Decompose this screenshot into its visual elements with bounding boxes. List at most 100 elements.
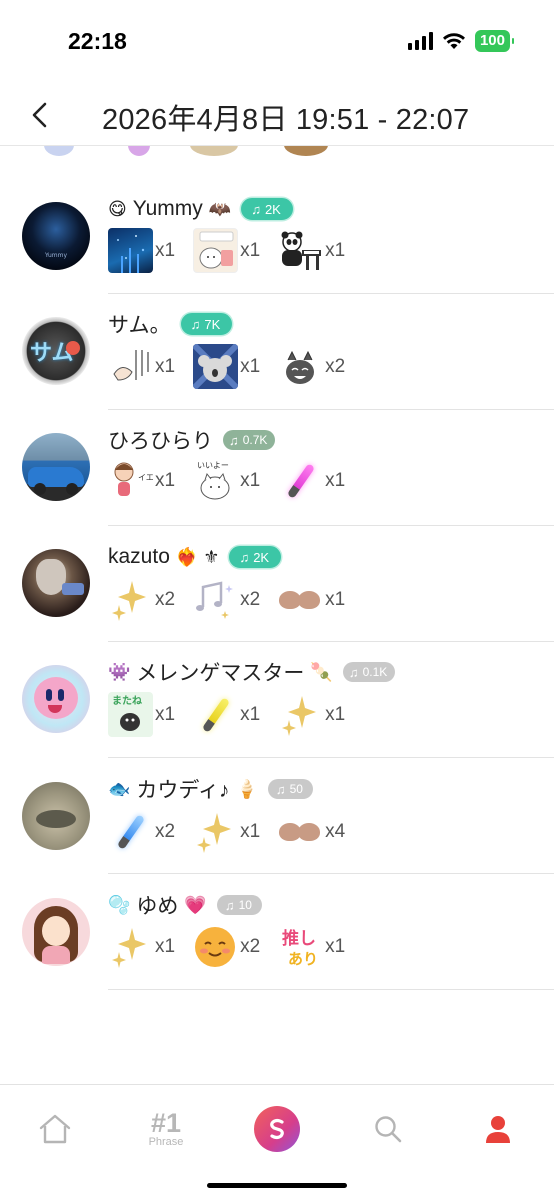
home-icon: [39, 1114, 71, 1144]
tab-label: Phrase: [148, 1136, 184, 1148]
row-divider: [108, 989, 554, 990]
gift-count: x2: [325, 355, 346, 377]
iiyo-cat-gift-icon: いいよー: [193, 458, 239, 503]
avatar[interactable]: [22, 549, 90, 617]
gift-item: いいよー x1: [193, 458, 260, 503]
gift-count: x1: [155, 935, 176, 957]
heart-gift-icon: [278, 577, 323, 622]
back-button[interactable]: [24, 98, 54, 132]
tab-phrase[interactable]: #1 Phrase: [136, 1099, 196, 1159]
blue-glowstick-gift-icon: [108, 809, 153, 854]
gift-count: x1: [155, 469, 176, 491]
avatar[interactable]: [22, 898, 90, 966]
gift-list: イエイ x1 いいよー x1 x1: [108, 458, 363, 503]
gift-list: x2 x1 x4: [108, 809, 363, 854]
user-name[interactable]: kazuto: [108, 545, 170, 569]
tab-home[interactable]: [25, 1099, 85, 1159]
svg-text:イエイ: イエイ: [138, 473, 153, 482]
emoji-deco: 😋: [108, 199, 127, 219]
laughing-cat-gift-icon: [278, 344, 324, 389]
avatar[interactable]: [22, 782, 90, 850]
yellow-glowstick-gift-icon: [193, 692, 238, 737]
user-name-line: ひろひらり ♫ 0.7K: [108, 425, 276, 455]
music-note-icon: ♫: [224, 897, 235, 913]
gift-item: x4: [278, 809, 345, 854]
list-item[interactable]: 🐟 カウディ♪ 🍦 ♫ 50 x2 x1 x4: [0, 758, 554, 874]
gift-count: x1: [325, 469, 346, 491]
svg-text:あり: あり: [288, 950, 318, 968]
list-item[interactable]: kazuto ❤️‍🔥 ⚜ ♫ 2K x2 x2 x1: [0, 526, 554, 642]
gift-item: 推し あり x1: [278, 924, 345, 969]
tab-live[interactable]: [247, 1099, 307, 1159]
fan-level-badge: ♫ 50: [267, 779, 313, 799]
otsukare-sticker-gift-icon: [193, 228, 239, 273]
gift-item: x1: [278, 458, 345, 503]
music-note-icon: ♫: [348, 664, 359, 680]
gift-item: x1: [193, 692, 260, 737]
gift-item: x1: [108, 228, 175, 273]
profile-icon: [486, 1116, 510, 1143]
gift-item: またね x1: [108, 692, 175, 737]
gift-count: x1: [325, 239, 346, 261]
status-bar: 22:18 100: [0, 0, 554, 82]
emoji-deco: 🫧: [108, 895, 131, 915]
gift-item: x2: [193, 924, 260, 969]
smiling-face-gift-icon: [193, 924, 238, 969]
music-note-icon: ♫: [251, 201, 261, 217]
gift-item: x2: [278, 344, 345, 389]
user-name[interactable]: ひろひらり: [108, 425, 213, 455]
gift-count: x2: [155, 820, 176, 842]
hand-drawn-sticker-gift-icon: [108, 344, 153, 389]
gift-item: x1: [108, 344, 175, 389]
gift-item: x1: [278, 577, 345, 622]
sparkle-gift-icon: [108, 924, 153, 969]
gift-count: x2: [155, 588, 176, 610]
avatar[interactable]: [22, 665, 90, 733]
gift-item: x1: [278, 692, 345, 737]
svg-text:またね: またね: [112, 695, 142, 707]
gift-count: x1: [325, 703, 346, 725]
search-icon: [375, 1116, 402, 1143]
status-time: 22:18: [68, 28, 127, 54]
gift-item: x1: [193, 228, 260, 273]
avatar[interactable]: サム: [22, 317, 90, 385]
user-name[interactable]: ゆめ: [136, 890, 178, 920]
sparkle-gift-icon: [278, 692, 323, 737]
home-indicator: [207, 1183, 347, 1188]
list-item[interactable]: Yummy 😋 Yummy 🦇 ♫ 2K x1 x1 x1: [0, 178, 554, 294]
emoji-deco: 🦇: [208, 199, 232, 219]
user-name[interactable]: サム。: [108, 309, 171, 339]
avatar[interactable]: Yummy: [22, 202, 90, 270]
list-item[interactable]: サム サム。 ♫ 7K x1 x1 x2: [0, 294, 554, 410]
music-notes-gift-icon: [193, 577, 238, 622]
user-name[interactable]: Yummy: [133, 197, 203, 221]
gift-list: x1 x1 x2: [108, 344, 363, 389]
status-icons: 100: [407, 30, 515, 52]
battery-indicator: 100: [474, 30, 515, 52]
avatar[interactable]: [22, 433, 90, 501]
tab-profile[interactable]: [468, 1099, 528, 1159]
supporter-list[interactable]: Yummy 😋 Yummy 🦇 ♫ 2K x1 x1 x1 サム サム。 ♫ 7…: [0, 146, 554, 1084]
gift-item: x1: [193, 809, 260, 854]
fan-level-badge: ♫ 10: [216, 895, 262, 915]
chevron-left-icon: [32, 102, 47, 128]
music-note-icon: ♫: [239, 549, 250, 565]
panda-piano-gift-icon: [278, 228, 324, 273]
gift-count: x1: [155, 703, 176, 725]
gift-item: x1: [108, 924, 175, 969]
emoji-deco: 👾: [108, 662, 131, 682]
list-item[interactable]: 🫧 ゆめ 💗 ♫ 10 x1 x2 推し あり x1: [0, 874, 554, 990]
user-name[interactable]: メレンゲマスター: [136, 657, 304, 687]
gift-count: x2: [240, 935, 261, 957]
gift-count: x1: [155, 355, 176, 377]
heart-gift-icon: [278, 809, 323, 854]
user-name[interactable]: カウディ♪: [136, 774, 229, 804]
phrase-rank-icon: #1: [150, 1108, 182, 1138]
list-item[interactable]: ひろひらり ♫0.7K イエイ x1 いいよー x1 x1: [0, 410, 554, 526]
emoji-deco: 🍦: [235, 779, 258, 799]
music-note-icon: ♫: [275, 781, 286, 797]
tab-search[interactable]: [358, 1099, 418, 1159]
gift-count: x2: [240, 588, 261, 610]
fan-level-badge: ♫ 0.1K: [342, 662, 396, 682]
list-item[interactable]: 👾 メレンゲマスター 🍡 ♫ 0.1K またね x1 x1 x1: [0, 642, 554, 758]
